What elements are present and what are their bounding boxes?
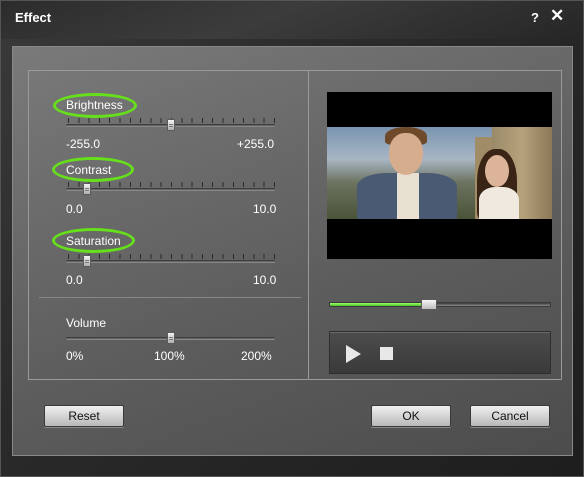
reset-button[interactable]: Reset: [44, 405, 124, 427]
person2-body: [479, 187, 519, 219]
brightness-label: Brightness: [66, 98, 123, 112]
dialog-title: Effect: [15, 10, 52, 25]
play-icon[interactable]: [346, 345, 361, 363]
contrast-ticks: [68, 182, 275, 187]
saturation-max: 10.0: [253, 273, 277, 287]
settings-panel: Brightness -255.0 +255.0 Contrast 0.0 10…: [28, 70, 562, 380]
contrast-min: 0.0: [66, 202, 83, 216]
dialog-body: Brightness -255.0 +255.0 Contrast 0.0 10…: [12, 46, 573, 456]
contrast-max: 10.0: [253, 202, 277, 216]
brightness-max: +255.0: [237, 137, 275, 151]
contrast-track[interactable]: [66, 188, 275, 191]
seek-progress: [330, 303, 429, 306]
volume-separator: [39, 297, 301, 298]
saturation-ticks: [68, 254, 275, 259]
seek-bar[interactable]: [329, 302, 551, 307]
volume-max: 200%: [241, 349, 272, 363]
volume-slider-thumb[interactable]: [166, 332, 175, 344]
contrast-slider-thumb[interactable]: [82, 183, 91, 195]
seek-thumb[interactable]: [420, 299, 437, 310]
saturation-slider-thumb[interactable]: [82, 255, 91, 267]
video-preview: [327, 92, 552, 259]
panel-divider: [308, 71, 309, 379]
saturation-min: 0.0: [66, 273, 83, 287]
close-icon[interactable]: ✕: [550, 6, 568, 26]
volume-min: 0%: [66, 349, 84, 363]
cancel-button[interactable]: Cancel: [470, 405, 550, 427]
saturation-track[interactable]: [66, 260, 275, 263]
help-button[interactable]: ?: [531, 10, 539, 25]
stop-icon[interactable]: [380, 347, 393, 360]
volume-mid: 100%: [154, 349, 185, 363]
person1-shirt: [397, 173, 419, 219]
volume-label: Volume: [66, 316, 107, 330]
playback-controls: [329, 331, 551, 374]
title-bar[interactable]: Effect ? ✕: [1, 1, 583, 39]
effect-dialog: Effect ? ✕ Brightness -255.0 +255.0 Cont…: [0, 0, 584, 477]
saturation-label: Saturation: [66, 234, 121, 248]
ok-button[interactable]: OK: [371, 405, 451, 427]
brightness-min: -255.0: [66, 137, 101, 151]
person1-head: [389, 133, 423, 175]
person2-head: [485, 155, 509, 187]
brightness-slider-thumb[interactable]: [166, 119, 175, 131]
preview-frame-image: [327, 127, 552, 219]
contrast-label: Contrast: [66, 163, 112, 177]
